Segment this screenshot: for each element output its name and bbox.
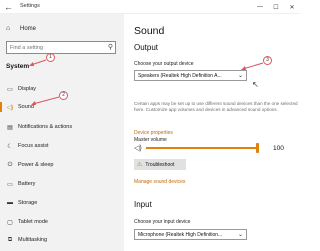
sidebar: ⌂ Home ⚲ System ▭ Display ◁) Sound ▤ Not… <box>0 14 124 251</box>
input-device-value: Microphone (Realtek High Definition... <box>138 232 223 238</box>
tablet-icon: ▢ <box>7 219 13 226</box>
back-arrow-icon[interactable]: ← <box>4 1 13 13</box>
output-device-value: Speakers (Realtek High Definition A... <box>138 73 222 79</box>
main-content: Sound Output Choose your output device S… <box>124 14 300 251</box>
home-nav-item[interactable]: ⌂ Home <box>6 25 36 32</box>
speaker-icon: ◁) <box>6 104 14 111</box>
sidebar-item-label: Tablet mode <box>18 219 48 225</box>
output-device-dropdown[interactable]: Speakers (Realtek High Definition A... ⌄ <box>134 70 247 81</box>
warning-icon: ⚠ <box>137 162 143 168</box>
volume-value: 100 <box>273 145 284 152</box>
sidebar-item-storage[interactable]: ▬ Storage <box>0 197 124 209</box>
sidebar-item-power-sleep[interactable]: ⏻ Power & sleep <box>0 159 124 171</box>
annotation-marker-3: 3 <box>263 56 272 65</box>
notifications-icon: ▤ <box>7 124 13 131</box>
multitasking-icon: ⧉ <box>7 236 13 243</box>
power-icon: ⏻ <box>7 161 13 168</box>
sidebar-item-battery[interactable]: ▭ Battery <box>0 178 124 190</box>
sidebar-item-label: Power & sleep <box>18 162 54 168</box>
home-icon: ⌂ <box>6 25 11 32</box>
page-title: Sound <box>134 25 165 37</box>
sidebar-item-tablet-mode[interactable]: ▢ Tablet mode <box>0 216 124 228</box>
sidebar-item-notifications[interactable]: ▤ Notifications & actions <box>0 121 124 133</box>
home-label: Home <box>20 25 37 32</box>
moon-icon: ☾ <box>7 143 13 150</box>
window-controls: — ☐ ✕ <box>252 0 300 14</box>
window-title: Settings <box>20 3 40 9</box>
sidebar-item-label: Storage <box>18 200 38 206</box>
mouse-cursor-icon: ↖ <box>252 80 259 89</box>
display-icon: ▭ <box>7 86 13 93</box>
close-button[interactable]: ✕ <box>284 0 300 14</box>
annotation-marker-2: 2 <box>59 91 68 100</box>
active-indicator <box>0 102 2 112</box>
title-bar: ← Settings — ☐ ✕ <box>0 0 300 14</box>
minimize-button[interactable]: — <box>252 0 268 14</box>
storage-icon: ▬ <box>7 200 13 206</box>
chevron-down-icon: ⌄ <box>237 73 243 79</box>
sidebar-item-label: Battery <box>18 181 36 187</box>
output-heading: Output <box>134 43 159 52</box>
battery-icon: ▭ <box>7 181 13 188</box>
annotation-marker-1: 1 <box>46 53 55 62</box>
slider-fill <box>146 147 259 149</box>
output-description: Certain apps may be set up to use differ… <box>134 101 298 113</box>
input-device-label: Choose your input device <box>134 219 191 225</box>
input-heading: Input <box>134 200 152 209</box>
manage-sound-devices-link[interactable]: Manage sound devices <box>134 179 185 185</box>
section-title: System <box>6 63 30 70</box>
search-icon[interactable]: ⚲ <box>108 43 113 51</box>
sidebar-item-label: Notifications & actions <box>18 124 73 130</box>
troubleshoot-label: Troubleshoot <box>145 161 175 168</box>
search-input[interactable] <box>10 43 102 53</box>
sidebar-item-multitasking[interactable]: ⧉ Multitasking <box>0 234 124 246</box>
sidebar-item-label: Multitasking <box>18 237 48 243</box>
maximize-button[interactable]: ☐ <box>268 0 284 14</box>
search-box[interactable]: ⚲ <box>6 41 116 54</box>
sidebar-item-sound[interactable]: ◁) Sound <box>0 101 124 113</box>
device-properties-link[interactable]: Device properties <box>134 130 173 136</box>
sidebar-item-focus-assist[interactable]: ☾ Focus assist <box>0 140 124 152</box>
sidebar-item-label: Sound <box>18 104 34 110</box>
sidebar-item-label: Focus assist <box>18 143 49 149</box>
slider-thumb[interactable] <box>256 143 259 153</box>
troubleshoot-button[interactable]: ⚠ Troubleshoot <box>134 159 186 170</box>
volume-icon[interactable]: ◁) <box>134 144 142 152</box>
chevron-down-icon: ⌄ <box>237 232 243 238</box>
sidebar-item-label: Display <box>18 86 37 92</box>
master-volume-label: Master volume <box>134 137 167 143</box>
master-volume-slider[interactable] <box>146 143 259 153</box>
input-device-dropdown[interactable]: Microphone (Realtek High Definition... ⌄ <box>134 229 247 240</box>
output-device-label: Choose your output device <box>134 61 194 67</box>
